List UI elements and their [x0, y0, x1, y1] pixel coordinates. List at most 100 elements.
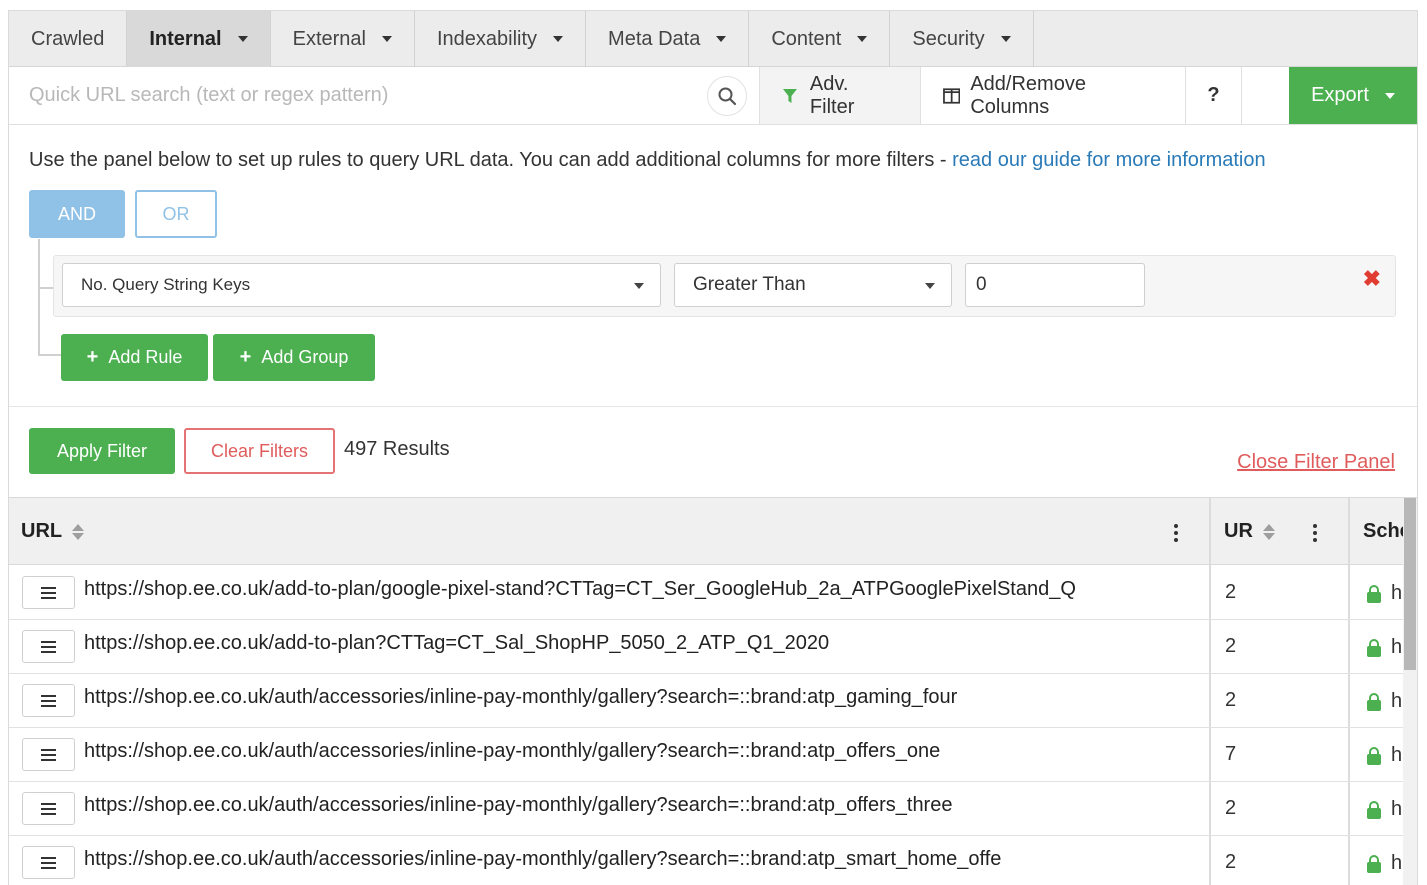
tab-indexability[interactable]: Indexability — [415, 11, 587, 67]
columns-icon — [943, 87, 961, 104]
filter-rule: No. Query String Keys Greater Than 0 ✖ — [53, 255, 1396, 317]
scheme-text: h — [1391, 636, 1403, 658]
ur-cell: 2 — [1225, 797, 1237, 819]
url-cell[interactable]: https://shop.ee.co.uk/auth/accessories/i… — [84, 848, 1001, 871]
search-box — [9, 67, 759, 124]
guide-link[interactable]: read our guide for more information — [952, 149, 1266, 171]
lock-icon — [1367, 800, 1381, 819]
url-table: URL UR Sche https://shop.ee.co.uk/add-to… — [9, 497, 1417, 885]
filter-intro: Use the panel below to set up rules to q… — [29, 149, 1266, 172]
add-group-button[interactable]: + Add Group — [213, 334, 375, 381]
row-menu-button[interactable] — [22, 846, 75, 879]
table-row[interactable]: https://shop.ee.co.uk/add-to-plan?CTTag=… — [9, 620, 1417, 674]
results-count: 497 Results — [344, 438, 450, 460]
url-cell[interactable]: https://shop.ee.co.uk/add-to-plan?CTTag=… — [84, 632, 829, 655]
rule-field-select[interactable]: No. Query String Keys — [62, 263, 661, 307]
add-rule-button[interactable]: + Add Rule — [61, 334, 208, 381]
help-label: ? — [1207, 84, 1220, 106]
and-toggle[interactable]: AND — [29, 190, 125, 238]
adv-filter-label: Adv. Filter — [809, 72, 855, 118]
row-menu-button[interactable] — [22, 684, 75, 717]
tab-content[interactable]: Content — [749, 11, 891, 67]
caret-down-icon — [1000, 36, 1011, 42]
rule-operator-value: Greater Than — [693, 274, 806, 295]
row-menu-button[interactable] — [22, 576, 75, 609]
table-scrollbar[interactable] — [1403, 498, 1417, 885]
table-row[interactable]: https://shop.ee.co.uk/auth/accessories/i… — [9, 674, 1417, 728]
sort-icon[interactable] — [72, 523, 85, 540]
tab-security[interactable]: Security — [890, 11, 1034, 67]
plus-icon: + — [86, 346, 99, 368]
search-button[interactable] — [707, 76, 747, 116]
search-input[interactable] — [9, 67, 699, 124]
row-menu-button[interactable] — [22, 738, 75, 771]
close-filter-panel-link[interactable]: Close Filter Panel — [1237, 451, 1395, 474]
tab-external[interactable]: External — [271, 11, 415, 67]
export-label: Export — [1311, 84, 1369, 106]
caret-down-icon — [716, 36, 727, 42]
table-row[interactable]: https://shop.ee.co.uk/auth/accessories/i… — [9, 782, 1417, 836]
caret-down-icon — [634, 283, 644, 289]
tab-label: Crawled — [31, 27, 105, 50]
help-button[interactable]: ? — [1185, 67, 1241, 124]
table-row[interactable]: https://shop.ee.co.uk/auth/accessories/i… — [9, 728, 1417, 782]
table-row[interactable]: https://shop.ee.co.uk/add-to-plan/google… — [9, 566, 1417, 620]
columns-label: Add/Remove Columns — [970, 72, 1086, 118]
column-header-url[interactable]: URL — [21, 498, 85, 565]
tab-label: Internal — [149, 27, 222, 50]
seo-crawler-panel: Crawled Internal External Indexability M… — [8, 10, 1418, 885]
scheme-cell: h — [1367, 636, 1403, 659]
remove-rule-icon[interactable]: ✖ — [1363, 266, 1381, 292]
adv-filter-button[interactable]: Adv. Filter — [759, 67, 920, 124]
rule-operator-select[interactable]: Greater Than — [674, 263, 952, 307]
table-header: URL UR Sche — [9, 498, 1417, 565]
row-menu-button[interactable] — [22, 630, 75, 663]
or-toggle[interactable]: OR — [135, 190, 217, 238]
rule-value: 0 — [976, 274, 987, 295]
scheme-text: h — [1391, 582, 1403, 604]
url-cell[interactable]: https://shop.ee.co.uk/auth/accessories/i… — [84, 794, 952, 817]
lock-icon — [1367, 854, 1381, 873]
ur-cell: 2 — [1225, 851, 1237, 873]
url-cell[interactable]: https://shop.ee.co.uk/auth/accessories/i… — [84, 740, 940, 763]
scrollbar-thumb[interactable] — [1404, 498, 1416, 670]
and-label: AND — [57, 203, 96, 224]
column-menu-icon[interactable] — [1313, 524, 1317, 542]
apply-filter-button[interactable]: Apply Filter — [29, 428, 175, 474]
scheme-text: h — [1391, 798, 1403, 820]
search-icon — [718, 87, 737, 106]
lock-icon — [1367, 746, 1381, 765]
tab-label: Content — [771, 27, 842, 50]
column-menu-icon[interactable] — [1174, 524, 1178, 542]
url-cell[interactable]: https://shop.ee.co.uk/add-to-plan/google… — [84, 578, 1076, 601]
scheme-cell: h — [1367, 798, 1403, 821]
scheme-text: h — [1391, 744, 1403, 766]
sort-icon[interactable] — [1262, 523, 1275, 540]
add-remove-columns-button[interactable]: Add/Remove Columns — [920, 67, 1185, 124]
tab-meta-data[interactable]: Meta Data — [586, 11, 750, 67]
toolbar-spacer — [1241, 67, 1289, 124]
export-button[interactable]: Export — [1289, 67, 1417, 124]
caret-down-icon — [1384, 92, 1395, 99]
clear-filters-button[interactable]: Clear Filters — [184, 428, 335, 474]
clear-label: Clear Filters — [210, 440, 308, 461]
tab-internal[interactable]: Internal — [127, 11, 271, 67]
table-row[interactable]: https://shop.ee.co.uk/auth/accessories/i… — [9, 836, 1417, 885]
tab-bar: Crawled Internal External Indexability M… — [9, 11, 1417, 67]
tab-label: Meta Data — [608, 27, 701, 50]
tab-crawled[interactable]: Crawled — [9, 11, 128, 67]
caret-down-icon — [553, 36, 564, 42]
column-label: URL — [21, 520, 63, 542]
scheme-text: h — [1391, 852, 1403, 874]
column-label: UR — [1224, 520, 1253, 542]
rule-value-input[interactable]: 0 — [965, 263, 1145, 307]
tab-label: Indexability — [436, 27, 538, 50]
url-cell[interactable]: https://shop.ee.co.uk/auth/accessories/i… — [84, 686, 957, 709]
ur-cell: 2 — [1225, 689, 1237, 711]
caret-down-icon — [381, 36, 392, 42]
column-header-ur[interactable]: UR — [1224, 498, 1275, 565]
caret-down-icon — [857, 36, 868, 42]
scheme-text: h — [1391, 690, 1403, 712]
row-menu-button[interactable] — [22, 792, 75, 825]
add-group-label: Add Group — [261, 347, 349, 367]
